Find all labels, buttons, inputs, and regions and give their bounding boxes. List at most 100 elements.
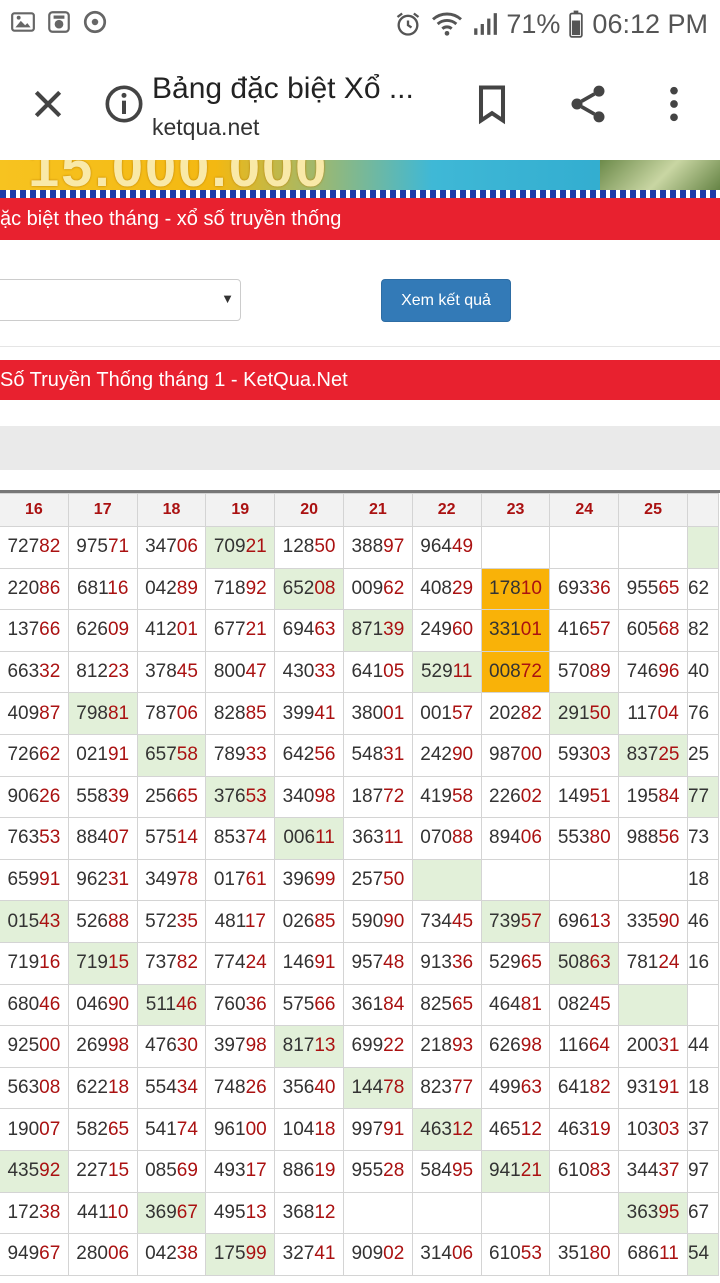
share-icon[interactable] [566, 82, 610, 126]
cell-tail-digits: 06 [176, 702, 198, 724]
cell-tail-digits: 56 [314, 744, 336, 766]
result-cell: 69922 [342, 1025, 413, 1068]
result-cell: 02191 [67, 733, 138, 777]
result-cell: 41958 [411, 775, 482, 819]
result-cell: 67 [686, 1191, 720, 1235]
cell-prefix: 626 [489, 1035, 521, 1057]
more-menu-icon[interactable] [654, 82, 694, 126]
results-table-container[interactable]: 16 17 18 19 20 21 22 23 24 25 72782 97571 34706 7092… [0, 490, 720, 1283]
clock: 06:12 PM [592, 8, 708, 39]
page-url[interactable]: ketqua.net [152, 114, 259, 141]
view-results-button[interactable]: Xem kết quả [381, 279, 511, 322]
cell-prefix: 727 [7, 536, 40, 558]
cell-prefix: 335 [626, 910, 659, 932]
result-cell: 37653 [205, 775, 276, 819]
column-header: 22 [411, 493, 482, 527]
close-icon[interactable] [28, 84, 68, 124]
cell-tail-digits: 46 [39, 993, 61, 1015]
cell-prefix: 103 [626, 1118, 659, 1140]
page-title[interactable]: Bảng đặc biệt Xổ ... [152, 72, 414, 106]
ad-banner[interactable]: 15.000.000 [0, 160, 720, 198]
cell-tail-digits: 07 [39, 1118, 61, 1140]
cell-tail-digits: 81 [520, 993, 542, 1015]
result-cell: 18 [686, 858, 720, 902]
cell-prefix: 481 [214, 910, 245, 932]
result-cell [549, 1191, 620, 1235]
cell-prefix: 746 [626, 661, 659, 683]
cell-prefix: 015 [7, 910, 40, 932]
result-cell: 41657 [549, 609, 620, 652]
cell-tail-digits: 82 [520, 702, 542, 724]
cell-prefix: 906 [7, 785, 40, 807]
cell-tail-digits: 06 [520, 827, 542, 849]
result-cell: 43033 [274, 650, 344, 694]
cell-prefix: 144 [351, 1077, 384, 1099]
cell-tail-digits: 21 [245, 619, 267, 641]
cell-tail-digits: 43 [39, 910, 61, 932]
result-cell: 04289 [136, 567, 207, 611]
cell-tail-digits: 31 [383, 744, 405, 766]
battery-percent: 71% [506, 8, 561, 39]
cell-tail-digits: 50 [314, 536, 336, 558]
result-cell: 89406 [480, 817, 551, 860]
result-cell: 04690 [67, 983, 138, 1027]
result-cell: 88407 [67, 817, 138, 860]
cell-tail-digits: 45 [451, 910, 474, 932]
month-select[interactable]: ▼ [0, 279, 241, 321]
cell-tail-digits: 58 [176, 744, 198, 766]
result-cell: 93191 [618, 1066, 688, 1110]
cell-tail-digits: 19 [589, 1118, 611, 1140]
cell-tail-digits: 57 [589, 619, 611, 641]
result-cell: 67721 [205, 609, 276, 652]
cell-prefix: 408 [420, 577, 452, 599]
cell-prefix: 116 [558, 1035, 589, 1057]
cell-prefix: 781 [626, 952, 659, 974]
cell-tail-digits: 84 [658, 785, 680, 807]
result-cell: 19584 [618, 775, 688, 819]
result-cell: 79881 [67, 692, 138, 735]
result-cell: 72662 [0, 733, 69, 777]
result-cell: 47630 [136, 1025, 207, 1068]
cell-prefix: 962 [76, 869, 108, 891]
result-cell: 78933 [205, 733, 276, 777]
result-cell: 32741 [274, 1233, 344, 1276]
cell-tail-digits: 53 [39, 827, 61, 849]
result-cell: 62218 [67, 1066, 138, 1110]
cell-prefix: 137 [7, 619, 40, 641]
cell-prefix: 610 [557, 1160, 590, 1182]
result-cell: 91336 [411, 941, 482, 985]
cell-tail-digits: 16 [39, 952, 61, 974]
cell-tail-digits: 33 [245, 744, 267, 766]
cell-tail-digits: 03 [589, 744, 611, 766]
cell-prefix: 626 [76, 619, 108, 641]
result-cell: 96449 [411, 526, 482, 569]
result-cell: 39798 [205, 1025, 276, 1068]
cell-tail-digits: 85 [245, 702, 267, 724]
result-cell: 57514 [136, 817, 207, 860]
result-cell [480, 1191, 551, 1235]
result-cell: 20282 [480, 692, 551, 735]
result-cell: 36967 [136, 1191, 207, 1235]
result-cell: 73957 [480, 900, 551, 943]
info-icon[interactable] [104, 84, 144, 124]
result-cell [618, 858, 688, 902]
cell-tail-digits: 98 [107, 1035, 130, 1057]
result-cell: 24290 [411, 733, 482, 777]
bookmark-icon[interactable] [470, 82, 514, 126]
cell-prefix: 349 [145, 869, 177, 891]
result-cell: 61053 [480, 1233, 551, 1276]
table-row: 65991 96231 34978 01761 39699 25750 18 [0, 858, 720, 902]
cell-tail-digits: 65 [107, 1118, 130, 1140]
cell-tail-digits: 38 [39, 1201, 61, 1223]
app-icon [48, 11, 70, 33]
cell-tail-digits: 95 [451, 1160, 474, 1182]
cell-prefix: 825 [420, 993, 452, 1015]
cell-tail-digits: 46 [176, 993, 198, 1015]
result-cell: 65208 [274, 567, 344, 611]
result-cell: 46312 [411, 1108, 482, 1151]
result-cell [342, 1191, 413, 1235]
cell-tail-digits: 21 [245, 536, 267, 558]
cell-prefix: 242 [420, 744, 452, 766]
cell-tail-digits: 65 [176, 785, 198, 807]
result-cell: 82885 [205, 692, 276, 735]
